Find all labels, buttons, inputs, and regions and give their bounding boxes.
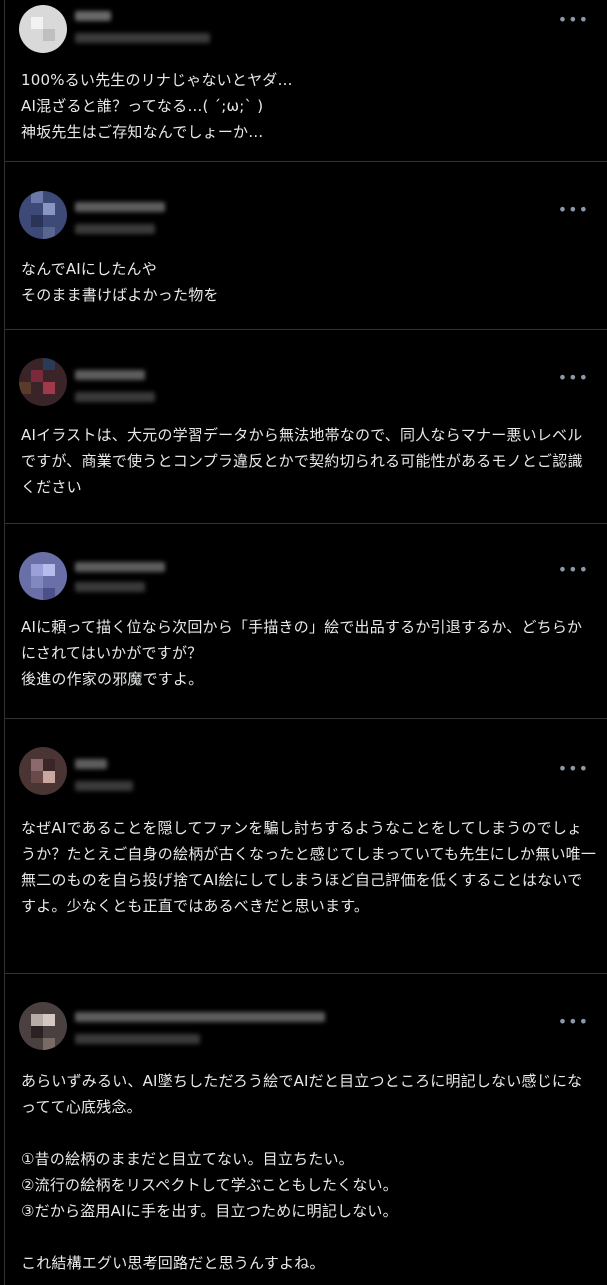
author-name-redacted[interactable]: [75, 11, 111, 21]
avatar[interactable]: [19, 552, 67, 600]
author-handle-redacted[interactable]: [75, 33, 210, 43]
more-options-icon[interactable]: •••: [558, 1014, 589, 1030]
avatar[interactable]: [19, 5, 67, 53]
author-handle-redacted[interactable]: [75, 392, 155, 402]
avatar[interactable]: [19, 191, 67, 239]
reply-post[interactable]: ••• AIに頼って描く位なら次回から「手描きの」絵で出品するか引退するか、どち…: [5, 524, 607, 719]
more-options-icon[interactable]: •••: [558, 562, 589, 578]
author-handle-redacted[interactable]: [75, 1034, 200, 1044]
reply-post[interactable]: ••• 100%るい先生のリナじゃないとヤダ… AI混ざると誰？ってなる…( ´…: [5, 0, 607, 162]
reply-post[interactable]: ••• あらいずみるい、AI墜ちしただろう絵でAIだと目立つところに明記しない感…: [5, 974, 607, 1285]
reply-post[interactable]: ••• AIイラストは、大元の学習データから無法地帯なので、同人ならマナー悪いレ…: [5, 330, 607, 524]
reply-post[interactable]: ••• なぜAIであることを隠してファンを騙し討ちするようなことをしてしまうので…: [5, 719, 607, 974]
author-handle-redacted[interactable]: [75, 781, 133, 791]
avatar[interactable]: [19, 1002, 67, 1050]
more-options-icon[interactable]: •••: [558, 202, 589, 218]
reply-post[interactable]: ••• なんでAIにしたんや そのまま書けばよかった物を: [5, 162, 607, 330]
author-handle-redacted[interactable]: [75, 224, 155, 234]
author-handle-redacted[interactable]: [75, 582, 145, 592]
avatar[interactable]: [19, 747, 67, 795]
more-options-icon[interactable]: •••: [558, 761, 589, 777]
reply-text: なぜAIであることを隠してファンを騙し討ちするようなことをしてしまうのでしょうか…: [21, 819, 597, 915]
author-name-redacted[interactable]: [75, 370, 145, 380]
more-options-icon[interactable]: •••: [558, 370, 589, 386]
reply-text: なんでAIにしたんや そのまま書けばよかった物を: [21, 260, 219, 304]
author-name-redacted[interactable]: [75, 202, 165, 212]
reply-feed: ••• 100%るい先生のリナじゃないとヤダ… AI混ざると誰？ってなる…( ´…: [4, 0, 607, 1285]
more-options-icon[interactable]: •••: [558, 12, 589, 28]
avatar[interactable]: [19, 358, 67, 406]
reply-text: 100%るい先生のリナじゃないとヤダ… AI混ざると誰？ってなる…( ´;ω;`…: [21, 71, 293, 141]
author-name-redacted[interactable]: [75, 759, 107, 769]
author-name-redacted[interactable]: [75, 1012, 325, 1022]
reply-text: あらいずみるい、AI墜ちしただろう絵でAIだと目立つところに明記しない感じになっ…: [21, 1072, 583, 1272]
author-name-redacted[interactable]: [75, 562, 165, 572]
reply-text: AIに頼って描く位なら次回から「手描きの」絵で出品するか引退するか、どちらかにさ…: [21, 618, 583, 688]
reply-text: AIイラストは、大元の学習データから無法地帯なので、同人ならマナー悪いレベルです…: [21, 426, 583, 496]
